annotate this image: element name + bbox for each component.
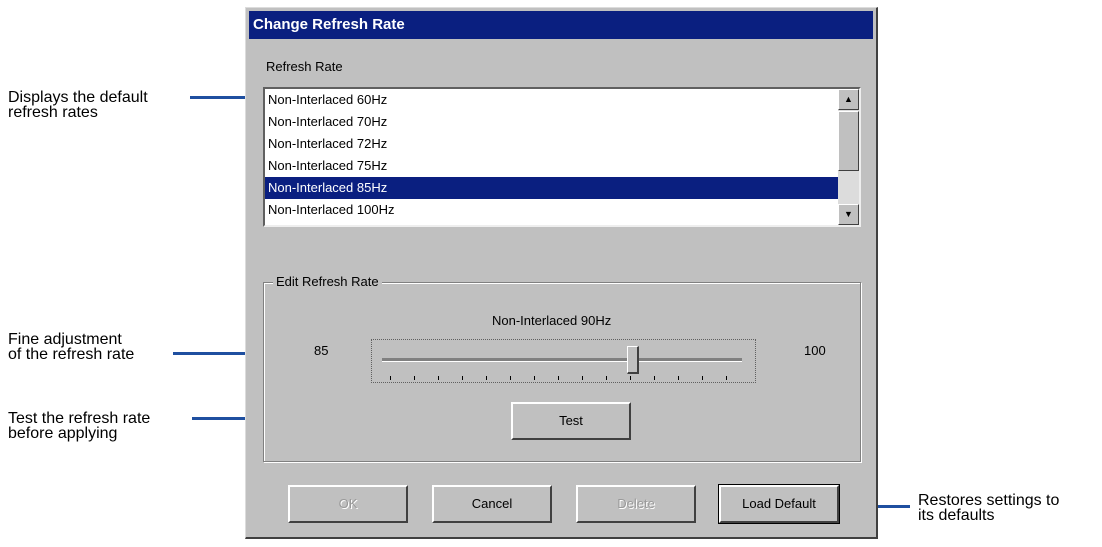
test-button[interactable]: Test <box>511 402 631 440</box>
annotation-slider: Fine adjustment of the refresh rate <box>8 331 135 363</box>
slider-tick <box>630 376 631 380</box>
edit-refresh-rate-label: Edit Refresh Rate <box>273 274 382 289</box>
list-item[interactable]: Non-Interlaced 100Hz <box>265 199 839 221</box>
scroll-down-button[interactable]: ▼ <box>838 204 859 225</box>
list-item[interactable]: Non-Interlaced 75Hz <box>265 155 839 177</box>
slider-current-value: Non-Interlaced 90Hz <box>492 313 612 328</box>
list-item[interactable]: Non-Interlaced 72Hz <box>265 133 839 155</box>
cancel-button[interactable]: Cancel <box>432 485 552 523</box>
annotation-test: Test the refresh rate before applying <box>8 410 151 442</box>
slider-tick <box>390 376 391 380</box>
slider-tick <box>606 376 607 380</box>
slider-tick <box>462 376 463 380</box>
slider-tick <box>582 376 583 380</box>
slider-tick <box>510 376 511 380</box>
list-item[interactable]: Non-Interlaced 60Hz <box>265 89 839 111</box>
annotation-list: Displays the default refresh rates <box>8 89 148 121</box>
change-refresh-rate-dialog: Change Refresh Rate Refresh Rate Non-Int… <box>245 7 878 539</box>
list-item[interactable]: Non-Interlaced 70Hz <box>265 111 839 133</box>
scrollbar-thumb[interactable] <box>838 111 859 171</box>
slider-tick <box>654 376 655 380</box>
slider-tick <box>438 376 439 380</box>
list-scrollbar[interactable]: ▲ ▼ <box>838 89 859 225</box>
refresh-rate-slider[interactable] <box>371 339 756 383</box>
arrow-down-icon: ▼ <box>844 209 853 219</box>
slider-tick <box>414 376 415 380</box>
slider-tick <box>534 376 535 380</box>
slider-tick <box>726 376 727 380</box>
slider-tick <box>678 376 679 380</box>
dialog-title: Change Refresh Rate <box>249 11 873 39</box>
slider-tick <box>702 376 703 380</box>
slider-tick <box>486 376 487 380</box>
slider-track <box>382 358 742 362</box>
slider-min-label: 85 <box>314 343 329 358</box>
slider-max-label: 100 <box>804 343 826 358</box>
delete-button[interactable]: Delete <box>576 485 696 523</box>
annotation-load-default: Restores settings to its defaults <box>918 492 1060 524</box>
slider-thumb[interactable] <box>627 346 639 374</box>
ok-button[interactable]: OK <box>288 485 408 523</box>
slider-tick <box>558 376 559 380</box>
arrow-up-icon: ▲ <box>844 94 853 104</box>
refresh-rate-label: Refresh Rate <box>266 59 343 74</box>
scroll-up-button[interactable]: ▲ <box>838 89 859 110</box>
refresh-rate-items: Non-Interlaced 60Hz Non-Interlaced 70Hz … <box>265 89 839 221</box>
refresh-rate-list[interactable]: Non-Interlaced 60Hz Non-Interlaced 70Hz … <box>263 87 861 227</box>
load-default-button[interactable]: Load Default <box>718 484 840 524</box>
list-item-selected[interactable]: Non-Interlaced 85Hz <box>265 177 839 199</box>
